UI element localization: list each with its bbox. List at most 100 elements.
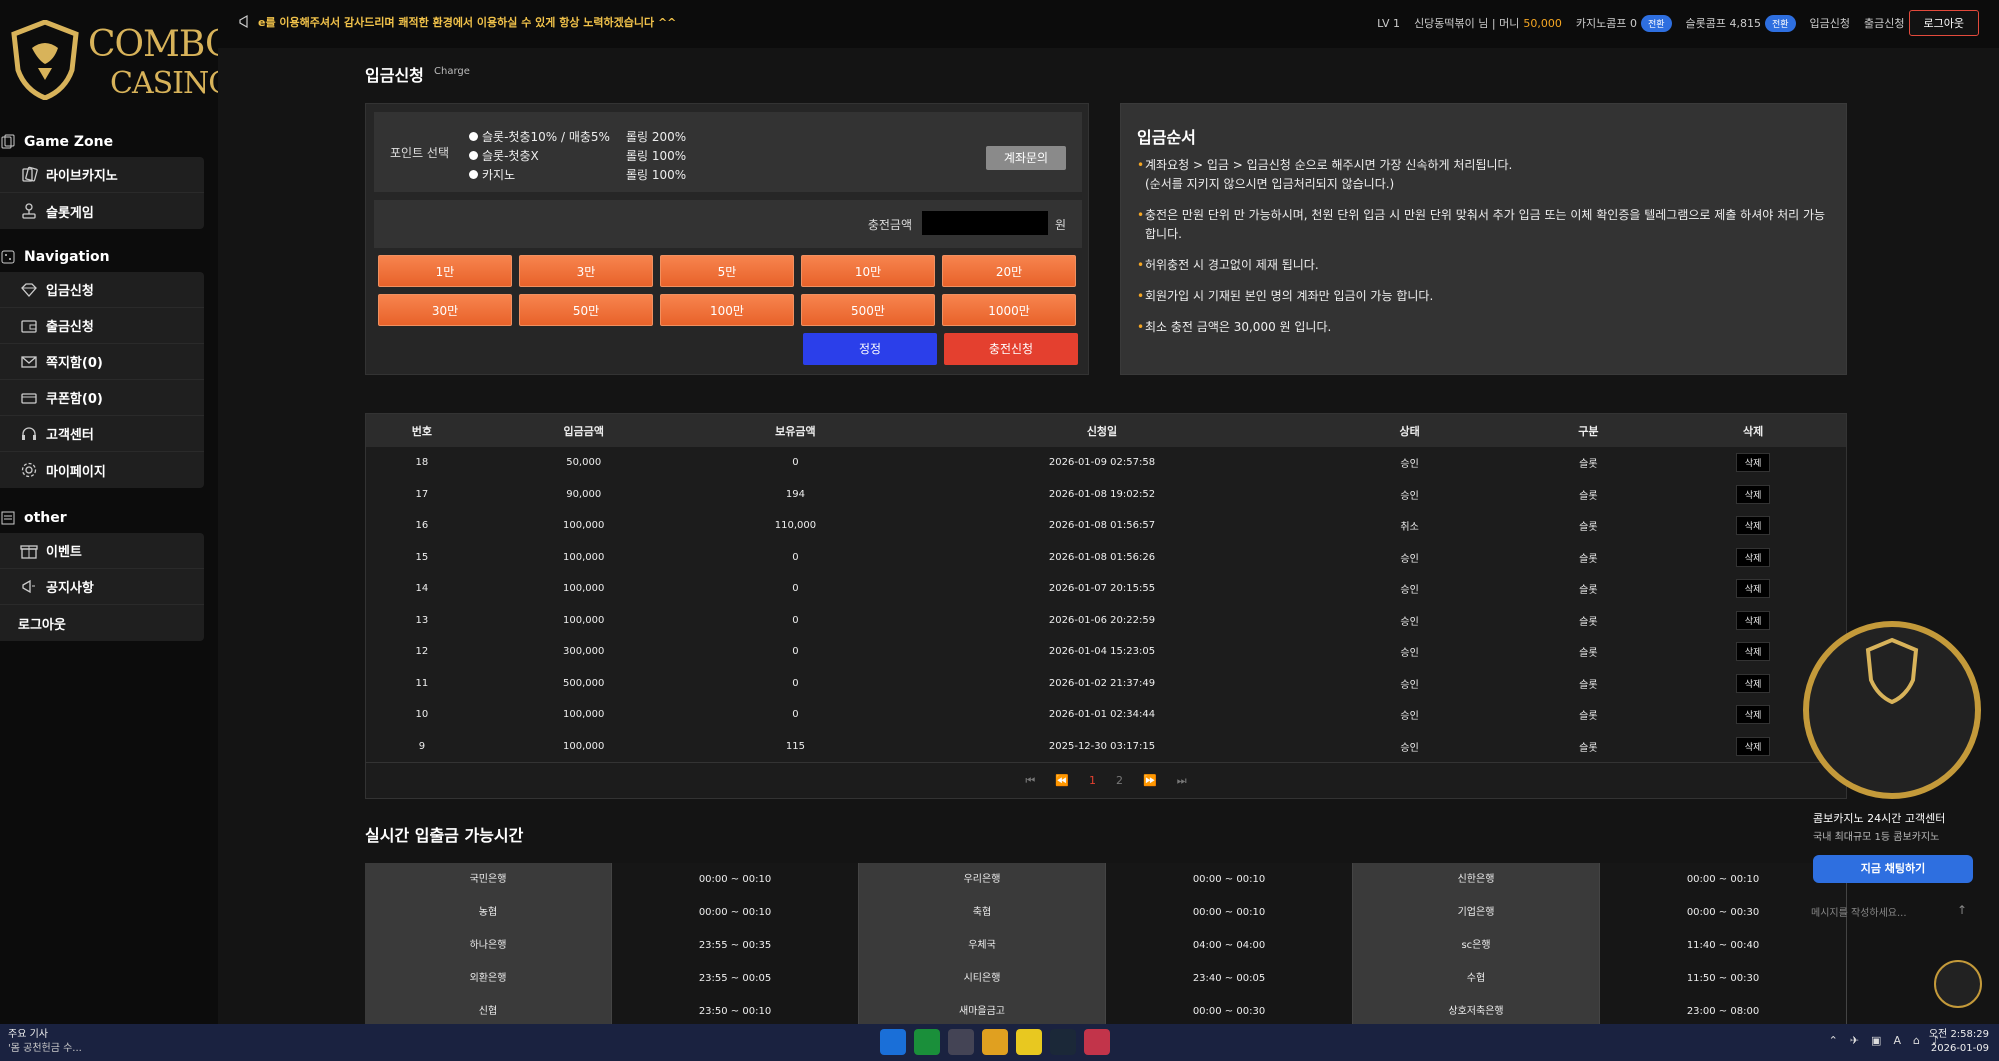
table-row: 9 100,000 115 2025-12-30 03:17:15 승인 슬롯 삭제 [366, 731, 1846, 763]
amount-button-500[interactable]: 500만 [801, 294, 935, 326]
logout-button[interactable]: 로그아웃 [1908, 10, 1979, 36]
cell-amount: 100,000 [563, 583, 605, 595]
sidebar-item-live-casino[interactable]: 라이브카지노 [0, 157, 204, 193]
bank-name: 신한은행 [1353, 863, 1600, 896]
sidebar-item-notices[interactable]: 공지사항 [0, 569, 204, 605]
casino-comp-switch-button[interactable]: 전환 [1640, 14, 1672, 32]
delete-button[interactable]: 삭제 [1735, 579, 1771, 599]
page-1[interactable]: 1 [1089, 774, 1096, 787]
info-item: 허위충전 시 경고없이 제재 됩니다. [1137, 256, 1832, 275]
delete-button[interactable]: 삭제 [1735, 610, 1771, 630]
cell-type: 슬롯 [1579, 616, 1598, 628]
radio-icon[interactable] [469, 132, 478, 141]
bank-hours: 11:50 ~ 00:30 [1600, 962, 1847, 995]
chevron-up-icon[interactable]: ⌃ [1829, 1034, 1838, 1047]
prev-page-icon[interactable]: ⏪ [1055, 774, 1069, 787]
info-list: 계좌요청 > 입금 > 입금신청 순으로 해주시면 가장 신속하게 처리됩니다.… [1137, 156, 1832, 349]
delete-button[interactable]: 삭제 [1735, 705, 1771, 725]
next-page-icon[interactable]: ⏩ [1143, 774, 1157, 787]
deposit-history-table: 번호 입금금액 보유금액 신청일 상태 구분 삭제 18 50,000 0 2026-… [365, 413, 1847, 799]
start-chat-button[interactable]: 지금 채팅하기 [1813, 855, 1973, 883]
info-item: 회원가입 시 기재된 본인 명의 계좌만 입금이 가능 합니다. [1137, 287, 1832, 306]
steam-icon[interactable] [1050, 1029, 1076, 1055]
bank-row: 외환은행 23:55 ~ 00:05 시티은행 23:40 ~ 00:05 수협 11:5… [365, 962, 1847, 995]
cell-type: 슬롯 [1579, 679, 1598, 691]
cell-status: 취소 [1400, 522, 1419, 534]
cell-status: 승인 [1400, 616, 1419, 628]
cell-no: 14 [415, 583, 429, 595]
amount-input[interactable] [922, 211, 1048, 235]
news-widget[interactable]: 주요 기사 '몸 공천헌금 수... [8, 1028, 82, 1056]
point-option-2[interactable]: 슬롯-첫충X [469, 147, 539, 164]
sidebar-item-label: 쿠폰함(0) [46, 392, 103, 407]
last-page-icon[interactable]: ⏭ [1177, 774, 1187, 788]
delete-button[interactable]: 삭제 [1735, 547, 1771, 567]
send-arrow-icon[interactable]: ↑ [1957, 903, 1971, 917]
amount-button-1000[interactable]: 1000만 [942, 294, 1076, 326]
delete-button[interactable]: 삭제 [1735, 642, 1771, 662]
delete-button[interactable]: 삭제 [1735, 484, 1771, 504]
rolling-rate: 롤링 100% [626, 168, 687, 182]
amount-button-10[interactable]: 10만 [801, 255, 935, 287]
point-option-3[interactable]: 카지노 [469, 166, 515, 183]
amount-button-20[interactable]: 20만 [942, 255, 1076, 287]
amount-button-1[interactable]: 1만 [378, 255, 512, 287]
sidebar-item-deposit[interactable]: 입금신청 [0, 272, 204, 308]
kakaotalk-icon[interactable] [1016, 1029, 1042, 1055]
support-logo-icon[interactable] [1801, 620, 1983, 800]
sidebar-item-messages[interactable]: 쪽지함(0) [0, 344, 204, 380]
delete-button[interactable]: 삭제 [1735, 673, 1771, 693]
clock[interactable]: 오전 2:58:29 2026-01-09 [1929, 1028, 1989, 1056]
sidebar-item-coupons[interactable]: 쿠폰함(0) [0, 380, 204, 416]
windows-start-icon[interactable] [880, 1029, 906, 1055]
xbox-icon[interactable] [914, 1029, 940, 1055]
charge-request-button[interactable]: 충전신청 [944, 333, 1078, 365]
bank-name: 수협 [1353, 962, 1600, 995]
input-language[interactable]: A [1893, 1034, 1901, 1047]
delete-button[interactable]: 삭제 [1735, 453, 1771, 473]
logo[interactable]: COMBO CASINO [8, 14, 235, 104]
amount-button-100[interactable]: 100만 [660, 294, 794, 326]
radio-icon[interactable] [469, 170, 478, 179]
amount-button-5[interactable]: 5만 [660, 255, 794, 287]
account-inquiry-button[interactable]: 계좌문의 [986, 146, 1066, 170]
sidebar-item-events[interactable]: 이벤트 [0, 533, 204, 569]
app-1x-icon[interactable] [1084, 1029, 1110, 1055]
bank-row: 국민은행 00:00 ~ 00:10 우리은행 00:00 ~ 00:10 신한은행 00… [365, 863, 1847, 896]
sidebar-item-logout[interactable]: 로그아웃 [0, 605, 204, 641]
chat-badge-icon[interactable] [1934, 960, 1982, 1008]
cell-balance: 0 [792, 677, 799, 689]
network-icon[interactable]: ⌂ [1913, 1034, 1920, 1047]
point-option-1[interactable]: 슬롯-첫충10% / 매충5% [469, 128, 610, 145]
slot-comp-switch-button[interactable]: 전환 [1764, 14, 1796, 32]
steam-tray-icon[interactable]: ✈ [1850, 1034, 1859, 1047]
cell-amount: 100,000 [563, 740, 605, 752]
shield-logo-icon [11, 20, 79, 100]
sidebar-item-withdraw[interactable]: 출금신청 [0, 308, 204, 344]
bank-name: 하나은행 [365, 929, 612, 962]
chrome-icon[interactable] [982, 1029, 1008, 1055]
delete-button[interactable]: 삭제 [1735, 736, 1771, 756]
sidebar-item-mypage[interactable]: 마이페이지 [0, 452, 204, 488]
amount-button-3[interactable]: 3만 [519, 255, 653, 287]
radio-icon[interactable] [469, 151, 478, 160]
coupon-icon [21, 392, 37, 404]
withdraw-link[interactable]: 출금신청 [1864, 15, 1904, 31]
task-manager-icon[interactable] [948, 1029, 974, 1055]
table-row: 13 100,000 0 2026-01-06 20:22:59 승인 슬롯 삭제 [366, 605, 1846, 637]
amount-button-30[interactable]: 30만 [378, 294, 512, 326]
bank-hours: 04:00 ~ 04:00 [1106, 929, 1353, 962]
cell-date: 2026-01-08 01:56:57 [1048, 520, 1156, 532]
page-2[interactable]: 2 [1116, 774, 1123, 787]
amount-button-50[interactable]: 50만 [519, 294, 653, 326]
info-item: 계좌요청 > 입금 > 입금신청 순으로 해주시면 가장 신속하게 처리됩니다.… [1137, 156, 1832, 194]
first-page-icon[interactable]: ⏮ [1025, 774, 1035, 788]
kakao-tray-icon[interactable]: ▣ [1871, 1034, 1881, 1047]
chat-message-input[interactable]: 메시지를 작성하세요... [1811, 904, 1907, 919]
delete-button[interactable]: 삭제 [1735, 516, 1771, 536]
sidebar-item-support[interactable]: 고객센터 [0, 416, 204, 452]
cell-no: 15 [415, 551, 429, 563]
sidebar-item-slot-game[interactable]: 슬롯게임 [0, 193, 204, 229]
reset-button[interactable]: 정정 [803, 333, 937, 365]
deposit-link[interactable]: 입금신청 [1810, 15, 1850, 31]
